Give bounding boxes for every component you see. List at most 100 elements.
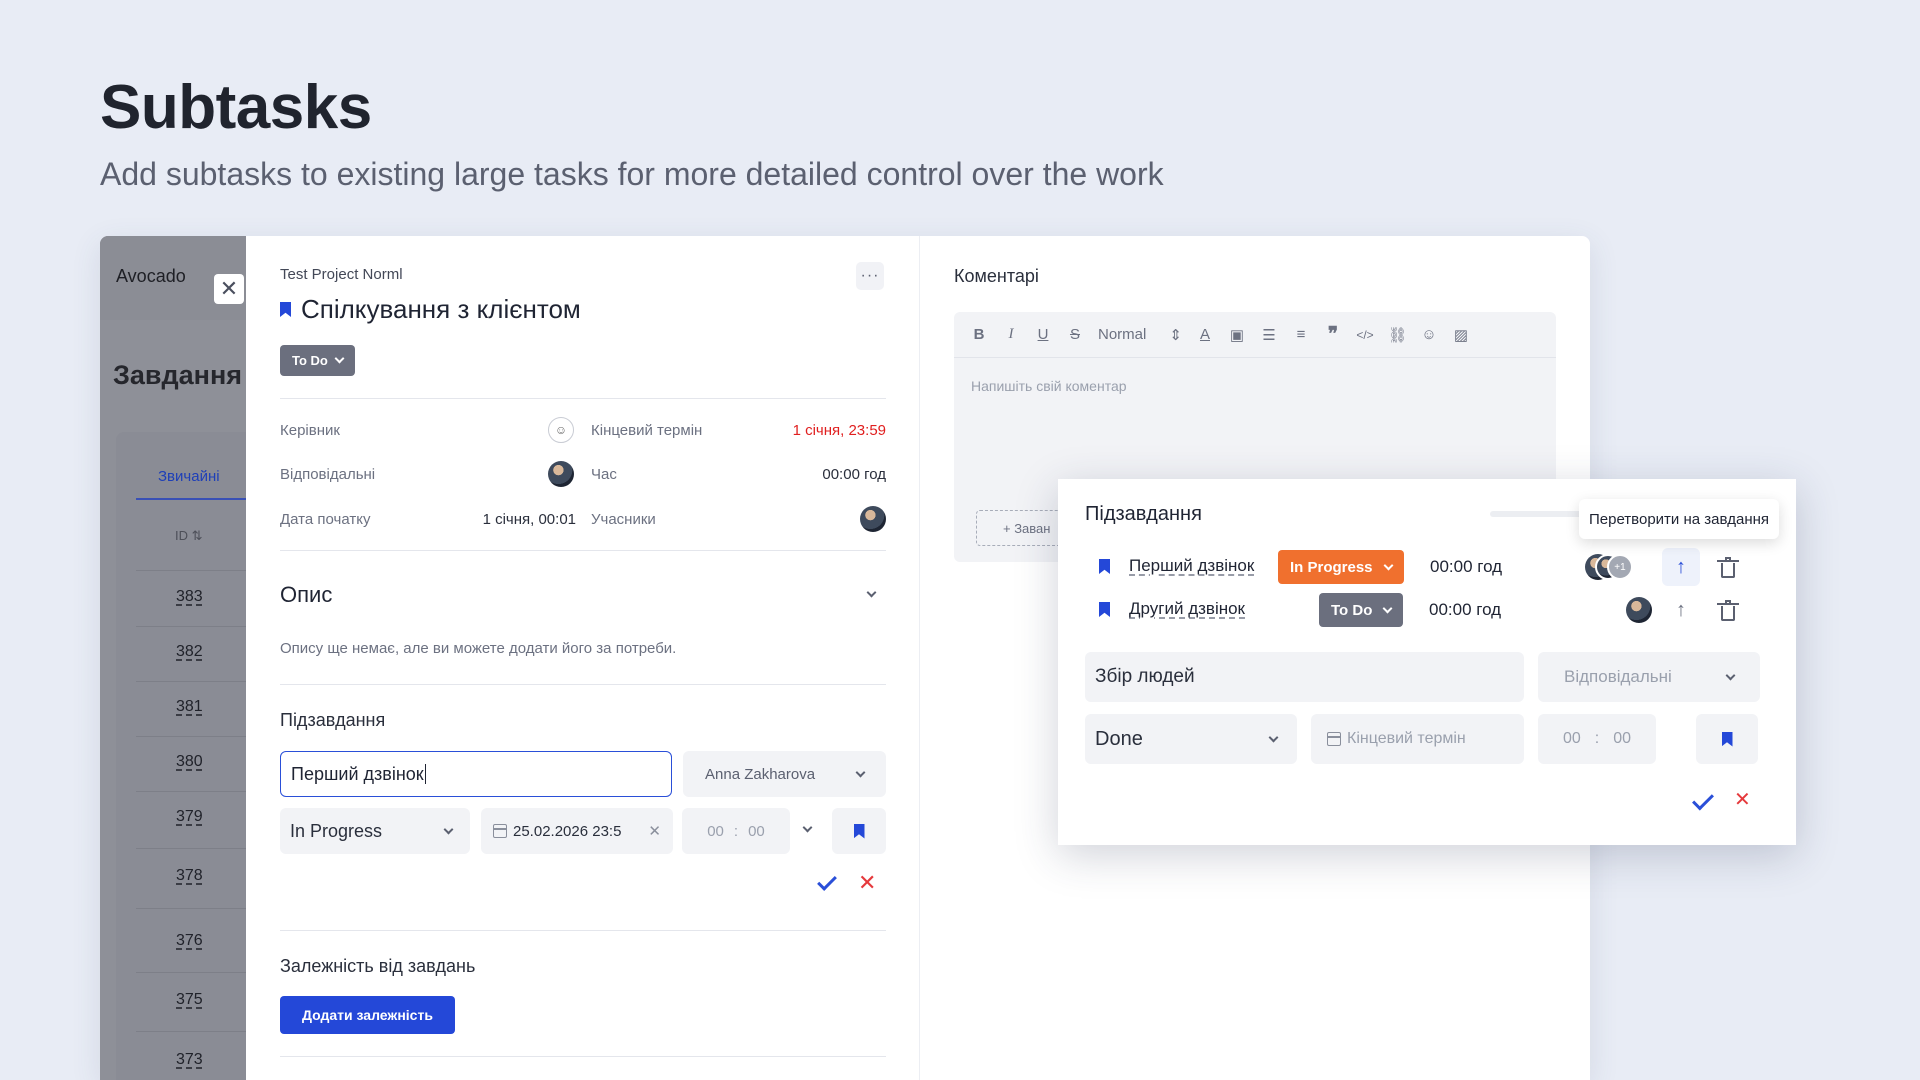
bookmark-icon xyxy=(1099,602,1110,617)
new-subtask-assignee-select[interactable]: Відповідальні xyxy=(1538,652,1760,702)
start-date-label: Дата початку xyxy=(280,511,371,528)
task-id-link[interactable]: 378 xyxy=(176,867,203,885)
close-icon[interactable]: ✕ xyxy=(214,274,244,304)
updown-icon: ⇕ xyxy=(1169,326,1182,344)
trash-icon[interactable] xyxy=(1717,600,1739,621)
link-icon[interactable]: ⛓ xyxy=(1388,326,1407,344)
id-column-header[interactable]: ID ⇅ xyxy=(175,528,203,544)
trash-icon[interactable] xyxy=(1717,557,1739,578)
bullet-list-icon[interactable]: ≡ xyxy=(1292,326,1310,343)
subtasks-card-title: Підзавдання xyxy=(1085,503,1202,525)
table-row-divider xyxy=(136,736,256,737)
bold-icon[interactable]: B xyxy=(970,326,988,343)
background-app: Avocado Завдання Звичайні ID ⇅ 383 382 3… xyxy=(100,236,256,1080)
subtask-status-select[interactable]: In Progress xyxy=(280,808,470,854)
description-chevron-icon[interactable] xyxy=(866,587,877,598)
subtask-type-button[interactable] xyxy=(832,808,886,854)
manager-avatar[interactable]: ☺ xyxy=(548,417,574,443)
new-subtask-status-select[interactable]: Done xyxy=(1085,714,1297,764)
quote-icon[interactable]: ❞ xyxy=(1324,323,1342,346)
participant-avatar[interactable] xyxy=(860,506,886,532)
task-id-link[interactable]: 376 xyxy=(176,932,203,950)
code-icon[interactable]: </> xyxy=(1356,328,1374,342)
task-id-link[interactable]: 375 xyxy=(176,991,203,1009)
cancel-x-icon[interactable]: ✕ xyxy=(858,872,876,894)
calendar-icon xyxy=(493,824,507,838)
emoji-icon[interactable]: ☺ xyxy=(1420,326,1438,343)
deadline-value[interactable]: 1 січня, 23:59 xyxy=(786,422,886,439)
text-color-icon[interactable]: A xyxy=(1196,326,1214,343)
new-subtask-time-input[interactable]: 00 : 00 xyxy=(1538,714,1656,764)
task-title: Спілкування з клієнтом xyxy=(280,294,581,325)
highlight-icon[interactable]: ▣ xyxy=(1228,326,1246,344)
task-id-link[interactable]: 381 xyxy=(176,698,203,716)
task-id-link[interactable]: 383 xyxy=(176,588,203,606)
table-row-divider xyxy=(136,1031,256,1032)
subtask-name-input[interactable]: Перший дзвінок xyxy=(280,751,672,797)
assignee-avatar[interactable] xyxy=(548,461,574,487)
task-id-link[interactable]: 373 xyxy=(176,1051,203,1069)
subtasks-title: Підзавдання xyxy=(280,710,386,730)
add-dependency-button[interactable]: Додати залежність xyxy=(280,996,455,1034)
chevron-down-icon xyxy=(1725,670,1736,680)
table-row-divider xyxy=(136,626,256,627)
new-subtask-deadline-input[interactable]: Кінцевий термін xyxy=(1311,714,1524,764)
subtask-time[interactable]: 00:00 год xyxy=(1430,557,1502,577)
image-icon[interactable]: ▨ xyxy=(1452,326,1470,344)
task-id-link[interactable]: 379 xyxy=(176,808,203,826)
subtask-name-link[interactable]: Другий дзвінок xyxy=(1129,599,1245,619)
table-row-divider xyxy=(136,908,256,909)
new-subtask-name-input[interactable]: Збір людей xyxy=(1085,652,1524,702)
confirm-check-icon[interactable] xyxy=(817,871,837,891)
cancel-x-icon[interactable]: ✕ xyxy=(1734,790,1751,810)
chevron-down-icon xyxy=(1268,732,1279,742)
manager-label: Керівник xyxy=(280,422,340,439)
italic-icon[interactable]: I xyxy=(1002,326,1020,343)
underline-icon[interactable]: U xyxy=(1034,326,1052,343)
project-name: Test Project Norml xyxy=(280,266,403,283)
task-id-link[interactable]: 380 xyxy=(176,753,203,771)
new-subtask-type-button[interactable] xyxy=(1696,714,1758,764)
chevron-down-icon xyxy=(1383,560,1393,570)
status-dropdown[interactable]: To Do xyxy=(280,345,355,376)
more-options-button[interactable]: ··· xyxy=(856,262,884,290)
table-row-divider xyxy=(136,848,256,849)
subtask-assignee-select[interactable]: Anna Zakharova xyxy=(683,751,886,797)
clear-date-icon[interactable]: ✕ xyxy=(648,822,661,840)
ordered-list-icon[interactable]: ☰ xyxy=(1260,326,1278,344)
task-id-link[interactable]: 382 xyxy=(176,643,203,661)
subtask-status-dropdown[interactable]: In Progress xyxy=(1278,550,1404,584)
time-chevron-icon[interactable] xyxy=(802,822,813,833)
comment-placeholder: Напишіть свій коментар xyxy=(971,378,1127,394)
subtask-assignee-avatar[interactable] xyxy=(1626,597,1652,623)
divider xyxy=(280,398,886,399)
more-assignees-badge[interactable]: +1 xyxy=(1607,554,1633,580)
attach-file-button[interactable]: + Заван xyxy=(976,510,1066,546)
bookmark-icon xyxy=(1099,559,1110,574)
subtask-name-link[interactable]: Перший дзвінок xyxy=(1129,556,1254,576)
subtask-status-dropdown[interactable]: To Do xyxy=(1319,593,1404,627)
arrow-up-icon[interactable]: ↑ xyxy=(1662,548,1700,586)
sort-icon: ⇅ xyxy=(191,528,203,543)
task-panel: Test Project Norml ··· Спілкування з клі… xyxy=(246,236,920,1080)
strikethrough-icon[interactable]: S xyxy=(1066,326,1084,343)
time-value[interactable]: 00:00 год xyxy=(786,466,886,483)
subtask-date-input[interactable]: 25.02.2026 23:5 ✕ xyxy=(481,808,673,854)
table-row-divider xyxy=(136,570,256,571)
task-title-text: Спілкування з клієнтом xyxy=(301,294,581,324)
editor-toolbar: B I U S Normal ⇕ A ▣ ☰ ≡ ❞ </> ⛓ ☺ ▨ xyxy=(954,312,1556,358)
text-format-select[interactable]: Normal ⇕ xyxy=(1098,326,1182,344)
bookmark-icon xyxy=(853,823,865,839)
subtask-time[interactable]: 00:00 год xyxy=(1429,600,1501,620)
status-label: To Do xyxy=(292,353,328,368)
confirm-check-icon[interactable] xyxy=(1692,788,1714,811)
chevron-down-icon xyxy=(443,824,454,834)
divider xyxy=(280,550,886,551)
app-logo: Avocado xyxy=(116,266,186,286)
arrow-up-icon[interactable]: ↑ xyxy=(1662,591,1700,629)
comments-title: Коментарі xyxy=(954,266,1039,286)
convert-to-task-tooltip: Перетворити на завдання xyxy=(1579,499,1780,539)
subtask-time-input[interactable]: 00 : 00 xyxy=(682,808,790,854)
tab-regular[interactable]: Звичайні xyxy=(158,468,220,485)
start-date-value[interactable]: 1 січня, 00:01 xyxy=(466,511,576,528)
